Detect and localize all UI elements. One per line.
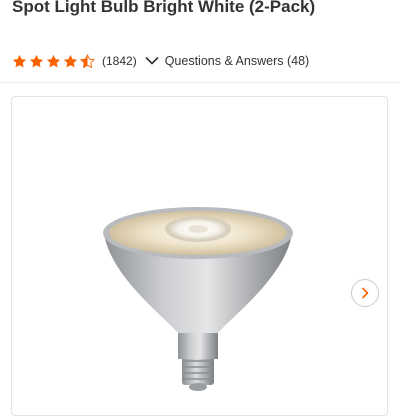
star-icon bbox=[63, 54, 78, 67]
star-icon bbox=[46, 54, 61, 67]
star-icon bbox=[12, 54, 27, 67]
product-image[interactable] bbox=[100, 205, 296, 395]
chevron-right-icon bbox=[362, 287, 369, 299]
review-count[interactable]: (1842) bbox=[102, 54, 137, 68]
rating-row[interactable]: (1842) Questions & Answers (48) bbox=[12, 52, 309, 70]
half-star-icon bbox=[80, 53, 95, 68]
star-icon bbox=[29, 54, 44, 67]
questions-answers-link[interactable]: Questions & Answers (48) bbox=[165, 54, 310, 68]
star-rating[interactable] bbox=[12, 53, 97, 69]
chevron-down-icon[interactable] bbox=[145, 56, 159, 66]
product-title: Spot Light Bulb Bright White (2-Pack) bbox=[12, 0, 316, 16]
next-image-button[interactable] bbox=[351, 279, 379, 307]
divider bbox=[0, 82, 400, 83]
